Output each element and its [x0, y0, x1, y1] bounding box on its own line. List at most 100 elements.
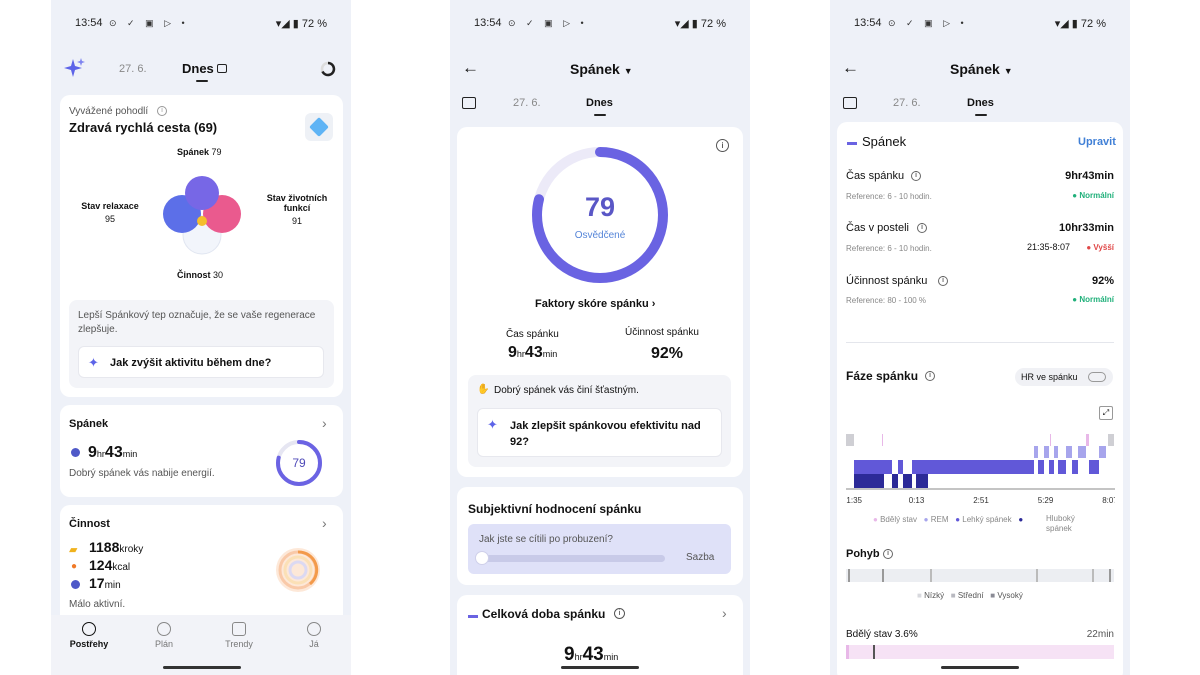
info-icon[interactable]: i: [917, 223, 927, 233]
notification-icons: ⊙ ✓ ▣ ▷ •: [888, 18, 968, 28]
insight-box: Lepší Spánkový tep označuje, že se vaše …: [69, 300, 334, 388]
nav-me-label: Já: [309, 639, 319, 649]
nav-plan[interactable]: Plán: [134, 622, 194, 649]
sleep-time-value: 9hr43min: [508, 344, 557, 362]
steps-unit: kroky: [119, 544, 144, 555]
total-sleep-card[interactable]: ▬ Celková doba spánku i › 9hr43min: [457, 595, 743, 675]
calendar-icon[interactable]: [462, 97, 476, 109]
row-bed-time-range: 21:35-8:07: [1027, 242, 1071, 252]
phase-segment-rem: [1054, 446, 1058, 458]
legend-light-swatch: ●: [955, 515, 961, 524]
awake-label: Bdělý stav 3.6%: [846, 629, 918, 640]
status-time: 13:54: [474, 17, 502, 29]
calendar-icon[interactable]: [217, 64, 227, 73]
nav-plan-label: Plán: [154, 639, 173, 649]
row-sleep-time-ref: Reference: 6 - 10 hodin.: [846, 192, 932, 201]
slider-thumb[interactable]: [475, 551, 489, 565]
nav-trends[interactable]: Trendy: [209, 622, 269, 649]
sleep-card-text: Dobrý spánek vás nabije energií.: [69, 468, 215, 479]
total-sleep-min-unit: min: [603, 652, 619, 662]
date-prev[interactable]: 27. 6.: [893, 97, 921, 109]
sleep-score-value: 79: [292, 456, 306, 470]
chevron-right-icon: ›: [322, 515, 327, 531]
rate-button[interactable]: Sazba: [686, 552, 714, 563]
ask-efficiency-button[interactable]: ✦ Jak zlepšit spánkovou efektivitu nad 9…: [477, 408, 722, 457]
ask-activity-label: Jak zvýšit aktivitu během dne?: [110, 357, 272, 369]
phases-title: Fáze spánku: [846, 369, 919, 383]
date-today[interactable]: Dnes: [967, 97, 994, 109]
phase-segment-awake: [1050, 434, 1051, 446]
phase-segment-rem: [1034, 446, 1038, 458]
shoe-icon: ▰: [69, 544, 78, 556]
sparkle-icon[interactable]: [63, 57, 85, 79]
home-indicator: [561, 666, 639, 669]
calendar-icon[interactable]: [843, 97, 857, 109]
row-sleep-time-status: ● Normální: [1072, 191, 1114, 200]
row-bed-time-value: 10hr33min: [1058, 222, 1114, 234]
row-bed-time-label: Čas v posteli: [846, 222, 909, 234]
info-icon[interactable]: i: [911, 171, 921, 181]
edit-button[interactable]: Upravit: [1078, 136, 1116, 148]
legend-low-label: Nízký: [924, 591, 945, 600]
legend-high-swatch: ■: [990, 591, 996, 600]
sleep-summary-card[interactable]: Spánek › 9hr43min Dobrý spánek vás nabij…: [60, 405, 343, 497]
date-prev[interactable]: 27. 6.: [513, 97, 541, 109]
back-arrow-icon[interactable]: ←: [462, 58, 479, 78]
phase-segment-light: [1089, 460, 1099, 474]
date-today[interactable]: Dnes: [182, 61, 214, 76]
sleep-score-ring: 79: [276, 440, 322, 486]
sparkle-icon: ✦: [88, 355, 99, 370]
sleep-card-title: Spánek: [69, 418, 109, 430]
activity-ring-icon[interactable]: [319, 60, 337, 78]
dropdown-icon: ▼: [1003, 66, 1013, 76]
page-title[interactable]: Spánek ▼: [570, 61, 633, 77]
info-icon[interactable]: i: [614, 608, 625, 619]
trends-icon: [232, 622, 246, 636]
sleep-score-value: 79: [585, 192, 615, 222]
efficiency-label: Účinnost spánku: [625, 327, 699, 338]
wellbeing-card: Vyvážené pohodlí i Zdravá rychlá cesta (…: [60, 95, 343, 397]
expand-icon[interactable]: ⤢: [1099, 406, 1113, 420]
date-today[interactable]: Dnes: [586, 97, 613, 109]
battery-level: 72 %: [700, 18, 726, 30]
nav-insights[interactable]: Postřehy: [59, 622, 119, 649]
phase-segment-deep: [903, 474, 912, 488]
home-indicator: [941, 666, 1019, 669]
rating-slider[interactable]: [479, 555, 665, 562]
info-icon[interactable]: i: [938, 276, 948, 286]
check-icon: ●: [1072, 191, 1078, 200]
row-efficiency-status-label: Normální: [1079, 295, 1114, 304]
movement-legend: ■ Nízký ■ Střední ■ Vysoký: [917, 591, 1023, 600]
phase-bars: [846, 434, 1115, 490]
info-icon[interactable]: i: [157, 106, 167, 116]
nav-insights-label: Postřehy: [69, 639, 109, 649]
sparkle-icon: ✦: [487, 417, 498, 432]
sleep-score-gauge: 79 Osvědčené: [532, 147, 668, 283]
divider: [846, 342, 1114, 343]
sleep-score-card: i 79 Osvědčené Faktory skóre spánku › Ča…: [457, 127, 743, 477]
efficiency-value: 92%: [651, 345, 684, 362]
ask-activity-button[interactable]: ✦ Jak zvýšit aktivitu během dne?: [78, 346, 324, 378]
info-icon[interactable]: i: [925, 371, 935, 381]
phase-time-tick: 0:13: [909, 496, 925, 505]
legend-high-label: Vysoký: [997, 591, 1023, 600]
phase-segment-deep: [854, 474, 884, 488]
toggle-switch-icon[interactable]: [1088, 372, 1106, 382]
page-title[interactable]: Spánek ▼: [950, 61, 1013, 77]
back-arrow-icon[interactable]: ←: [842, 58, 859, 78]
factors-link[interactable]: Faktory skóre spánku ›: [535, 298, 655, 310]
sleep-time-hr-unit: hr: [516, 349, 525, 359]
info-icon[interactable]: i: [716, 139, 729, 152]
screen-sleep-detail: 13:54 ⊙ ✓ ▣ ▷ • ▾◢ ▮ 72 % ← Spánek ▼ 27.…: [830, 0, 1130, 675]
chevron-right-icon: ›: [322, 415, 327, 431]
tip-box: ✋ Dobrý spánek vás činí šťastným. ✦ Jak …: [468, 375, 731, 467]
info-icon[interactable]: i: [883, 549, 893, 559]
hr-toggle[interactable]: HR ve spánku: [1015, 368, 1113, 386]
sleep-time-label: Čas spánku: [506, 329, 559, 340]
gem-button[interactable]: [305, 113, 333, 141]
date-prev[interactable]: 27. 6.: [119, 63, 147, 75]
total-sleep-value: 9hr43min: [564, 645, 619, 668]
insights-icon: [82, 622, 96, 636]
profile-icon: [307, 622, 321, 636]
nav-me[interactable]: Já: [284, 622, 344, 649]
